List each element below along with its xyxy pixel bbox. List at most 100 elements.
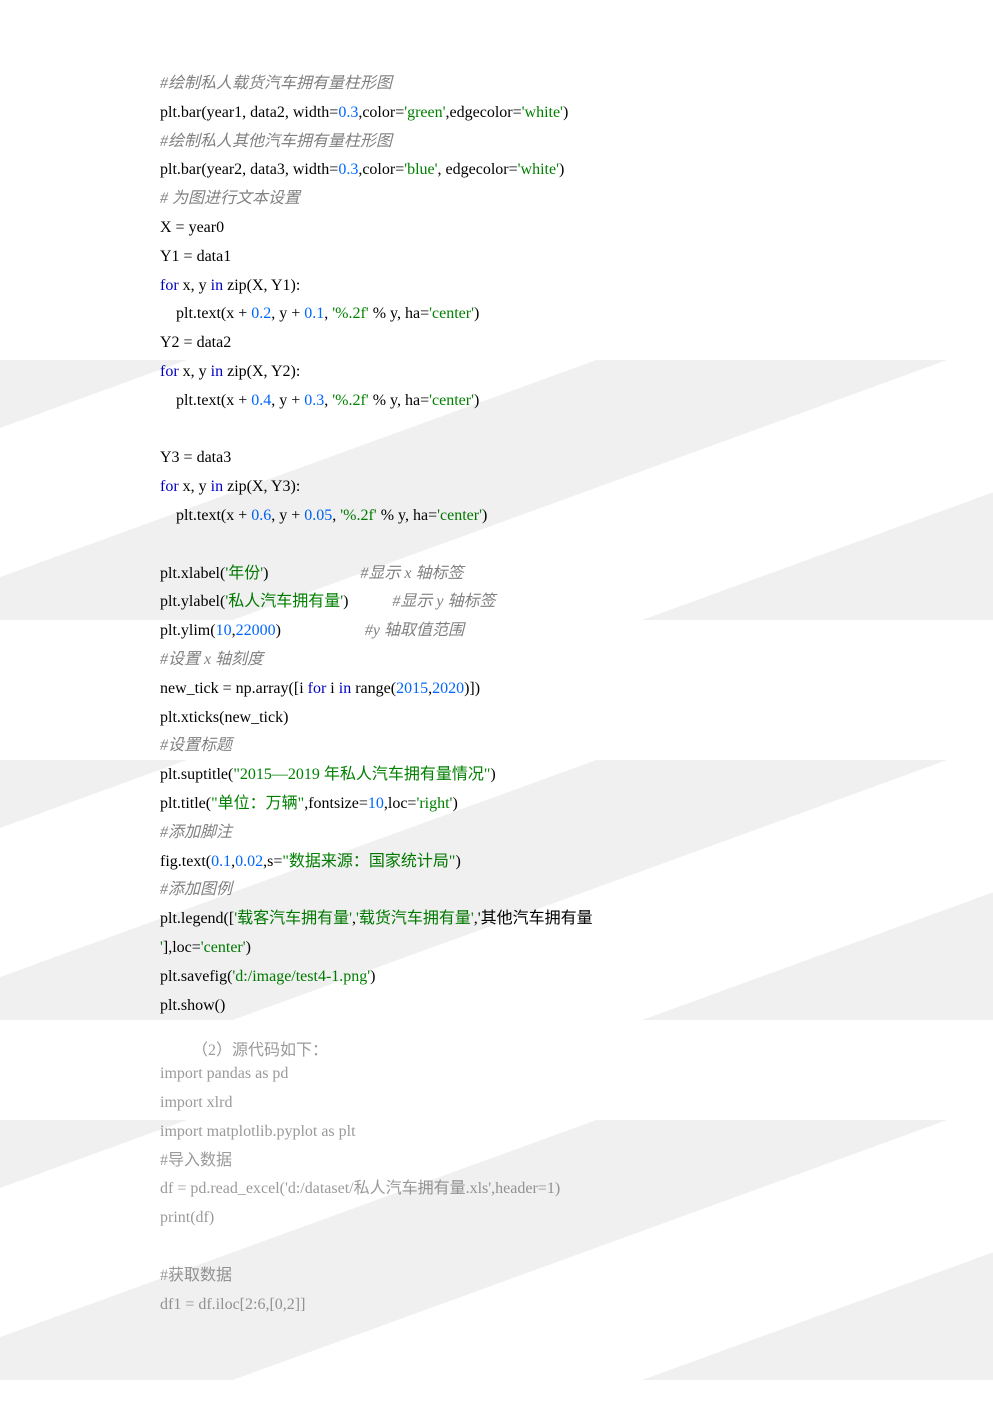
- code-token: width: [293, 161, 329, 178]
- code-token: color: [362, 161, 395, 178]
- code-token: '年份': [225, 565, 263, 582]
- code-token: ): [343, 593, 392, 610]
- code-token: '私人汽车拥有量': [225, 593, 343, 610]
- code-token: plt.xticks(new_tick): [160, 709, 288, 726]
- code-token: 'white': [518, 161, 559, 178]
- code-token: Y1 = data1: [160, 248, 231, 265]
- code-token: # 为图进行文本设置: [160, 190, 300, 207]
- code-token: x, y: [183, 363, 211, 380]
- section-2: （2）源代码如下： import pandas as pd import xlr…: [160, 1036, 893, 1319]
- code-token: #导入数据: [160, 1152, 232, 1169]
- code-token: width: [293, 104, 329, 121]
- code-token: df = pd.read_excel('d:/dataset/私人汽车拥有量.x…: [160, 1180, 560, 1197]
- code-token: in: [339, 680, 355, 697]
- code-token: 0.3: [338, 161, 358, 178]
- code-token: plt.legend([: [160, 910, 234, 927]
- code-token: plt.bar(year1, data2,: [160, 104, 293, 121]
- code-token: =: [329, 161, 338, 178]
- code-token: =: [192, 939, 201, 956]
- code-token: plt.xlabel(: [160, 565, 225, 582]
- code-token: '载货汽车拥有量': [356, 910, 474, 927]
- code-token: '%.2f': [340, 507, 376, 524]
- code-token: '载客汽车拥有量': [234, 910, 352, 927]
- code-token: 10: [216, 622, 232, 639]
- code-token: 'green': [404, 104, 445, 121]
- code-token: plt.bar(year2, data3,: [160, 161, 293, 178]
- code-token: import matplotlib.pyplot as plt: [160, 1123, 356, 1140]
- code-token: "2015—2019 年私人汽车拥有量情况": [233, 766, 490, 783]
- code-token: ): [474, 305, 479, 322]
- code-token: ha: [405, 305, 420, 322]
- code-token: ): [563, 104, 568, 121]
- code-token: 22000: [236, 622, 276, 639]
- code-token: , y +: [271, 507, 304, 524]
- code-token: =: [329, 104, 338, 121]
- code-token: 'white': [522, 104, 563, 121]
- code-token: =: [513, 104, 522, 121]
- code-token: x, y: [183, 478, 211, 495]
- code-token: 0.3: [304, 392, 324, 409]
- code-token: =: [420, 392, 429, 409]
- code-token: zip(X, Y1):: [227, 277, 300, 294]
- code-token: df1 = df.iloc[2:6,[0,2]]: [160, 1296, 305, 1313]
- code-token: for: [160, 478, 183, 495]
- code-token: x, y: [183, 277, 211, 294]
- code-token: #绘制私人载货汽车拥有量柱形图: [160, 75, 392, 92]
- code-token: #设置标题: [160, 737, 232, 754]
- code-token: ): [490, 766, 495, 783]
- code-token: ): [246, 939, 251, 956]
- code-token: import xlrd: [160, 1094, 232, 1111]
- code-token: ): [370, 968, 375, 985]
- code-token: Y3 = data3: [160, 449, 231, 466]
- code-token: 'd:/image/test4-1.png': [232, 968, 370, 985]
- code-token: plt.savefig(: [160, 968, 232, 985]
- code-token: =: [395, 161, 404, 178]
- code-token: plt.text(x +: [160, 507, 251, 524]
- code-token: for: [160, 363, 183, 380]
- code-token: 'center': [201, 939, 246, 956]
- code-block-2: import pandas as pd import xlrd import m…: [160, 1060, 893, 1319]
- code-token: plt.show(): [160, 997, 225, 1014]
- code-token: plt.ylim(: [160, 622, 216, 639]
- code-token: import pandas as pd: [160, 1065, 288, 1082]
- code-token: for: [160, 277, 183, 294]
- document-page: #绘制私人载货汽车拥有量柱形图 plt.bar(year1, data2, wi…: [0, 0, 993, 1379]
- code-token: in: [211, 478, 227, 495]
- code-token: loc: [388, 795, 408, 812]
- code-token: edgecolor: [450, 104, 513, 121]
- section-2-heading: （2）源代码如下：: [160, 1036, 893, 1060]
- code-token: ): [276, 622, 365, 639]
- code-token: in: [211, 277, 227, 294]
- code-token: =: [509, 161, 518, 178]
- code-token: i: [330, 680, 338, 697]
- code-token: 0.1: [304, 305, 324, 322]
- code-token: =: [395, 104, 404, 121]
- code-token: plt.suptitle(: [160, 766, 233, 783]
- code-token: 0.02: [235, 853, 263, 870]
- code-token: "单位：万辆": [211, 795, 304, 812]
- code-token: =: [273, 853, 282, 870]
- code-token: zip(X, Y2):: [227, 363, 300, 380]
- code-token: ,: [438, 161, 446, 178]
- code-token: 'center': [437, 507, 482, 524]
- code-token: 0.1: [211, 853, 231, 870]
- code-token: plt.ylabel(: [160, 593, 225, 610]
- code-token: % y,: [377, 507, 413, 524]
- code-token: ],: [163, 939, 172, 956]
- code-token: 2015: [396, 680, 428, 697]
- code-token: #获取数据: [160, 1267, 232, 1284]
- code-token: plt.text(x +: [160, 305, 251, 322]
- code-token: #绘制私人其他汽车拥有量柱形图: [160, 133, 392, 150]
- code-token: "数据来源：国家统计局": [282, 853, 455, 870]
- code-token: plt.title(: [160, 795, 211, 812]
- code-token: new_tick = np.array([i: [160, 680, 308, 697]
- code-token: #添加图例: [160, 881, 232, 898]
- code-token: 'center': [429, 392, 474, 409]
- code-token: % y,: [369, 392, 405, 409]
- code-token: ): [452, 795, 457, 812]
- code-token: 0.4: [251, 392, 271, 409]
- code-token: '%.2f': [332, 392, 368, 409]
- code-token: range(: [355, 680, 396, 697]
- code-token: color: [362, 104, 395, 121]
- code-token: 0.3: [338, 104, 358, 121]
